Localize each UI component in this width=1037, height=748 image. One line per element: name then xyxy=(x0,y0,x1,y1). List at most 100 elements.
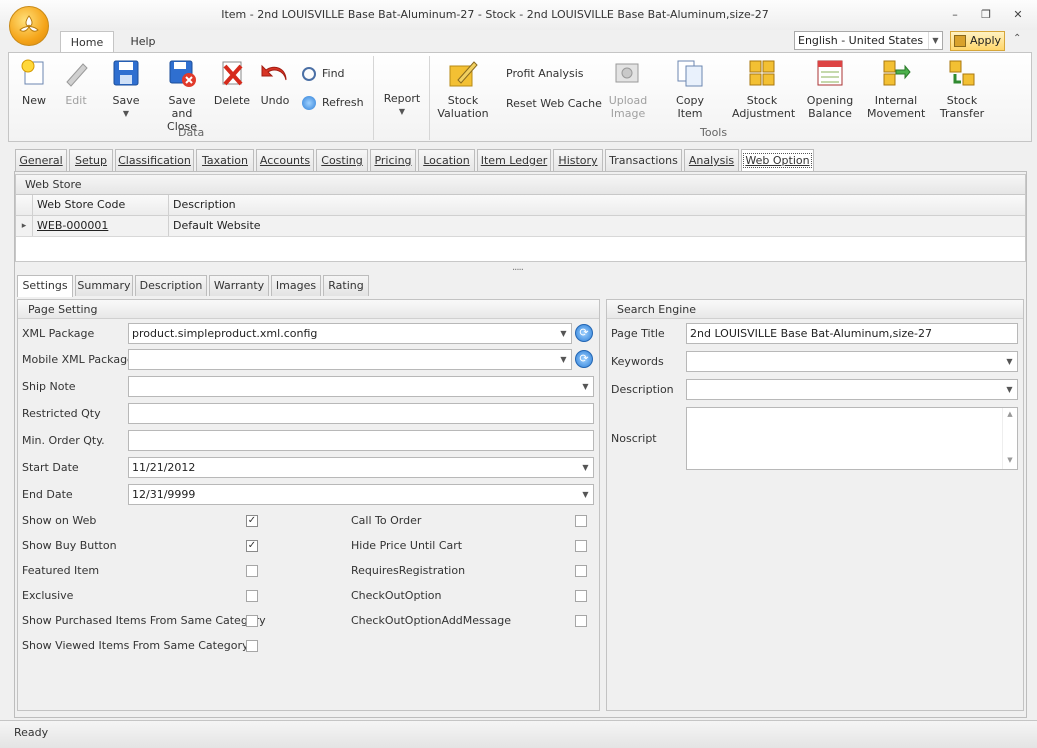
splitter-handle[interactable]: ..... xyxy=(512,262,524,273)
description-label: Description xyxy=(611,383,674,396)
ribbon-tab-home[interactable]: Home xyxy=(60,31,114,54)
tab-web-option[interactable]: Web Option xyxy=(741,149,814,172)
chevron-down-icon[interactable]: ▼ xyxy=(1002,380,1017,399)
min-order-qty-input[interactable] xyxy=(128,430,594,451)
subtab-settings[interactable]: Settings xyxy=(17,275,73,297)
start-date-picker[interactable]: 11/21/2012 ▼ xyxy=(128,457,594,478)
status-bar: Ready xyxy=(0,720,1037,748)
hide-price-checkbox[interactable] xyxy=(575,540,587,552)
refresh-icon[interactable]: ⟳ xyxy=(575,324,593,342)
ribbon-tab-help[interactable]: Help xyxy=(120,31,166,53)
stock-valuation-button[interactable]: Stock Valuation xyxy=(437,58,489,120)
ship-note-select[interactable]: ▼ xyxy=(128,376,594,397)
opening-balance-button[interactable]: Opening Balance xyxy=(803,58,857,120)
report-button[interactable]: Report ▼ xyxy=(382,92,422,118)
table-row[interactable]: ▸ WEB-000001 Default Website xyxy=(16,216,1025,237)
chevron-down-icon[interactable]: ▼ xyxy=(578,485,593,504)
refresh-button[interactable]: Refresh xyxy=(302,95,364,111)
stock-adjustment-button[interactable]: Stock Adjustment xyxy=(732,58,795,120)
restricted-qty-input[interactable] xyxy=(128,403,594,424)
tab-history[interactable]: History xyxy=(553,149,603,171)
noscript-label: Noscript xyxy=(611,432,657,445)
subtab-description[interactable]: Description xyxy=(135,275,207,296)
show-on-web-checkbox[interactable]: ✓ xyxy=(246,515,258,527)
web-store-code-cell[interactable]: WEB-000001 xyxy=(33,216,169,236)
tab-classification[interactable]: Classification xyxy=(115,149,194,171)
description-select[interactable]: ▼ xyxy=(686,379,1018,400)
subtab-summary[interactable]: Summary xyxy=(75,275,133,296)
tab-pricing-label: Pricing xyxy=(374,154,412,167)
chevron-down-icon[interactable]: ▼ xyxy=(578,458,593,477)
chevron-down-icon[interactable]: ▼ xyxy=(556,324,571,343)
tab-transactions[interactable]: Transactions xyxy=(605,149,682,171)
chevron-down-icon[interactable]: ▼ xyxy=(556,350,571,369)
mobile-xml-package-select[interactable]: ▼ xyxy=(128,349,572,370)
chevron-down-icon[interactable]: ▼ xyxy=(1002,352,1017,371)
call-to-order-checkbox[interactable] xyxy=(575,515,587,527)
internal-movement-button[interactable]: Internal Movement xyxy=(867,58,925,120)
end-date-value: 12/31/9999 xyxy=(132,488,196,501)
minimize-button[interactable]: – xyxy=(944,6,966,24)
subtab-warranty[interactable]: Warranty xyxy=(209,275,269,296)
checkout-option-checkbox[interactable] xyxy=(575,590,587,602)
opening-balance-label-1: Opening xyxy=(806,94,854,107)
checkout-option-label: CheckOutOption xyxy=(351,589,442,602)
show-buy-button-checkbox[interactable]: ✓ xyxy=(246,540,258,552)
find-button[interactable]: Find xyxy=(302,66,345,82)
featured-item-checkbox[interactable] xyxy=(246,565,258,577)
end-date-picker[interactable]: 12/31/9999 ▼ xyxy=(128,484,594,505)
subtab-rating[interactable]: Rating xyxy=(323,275,369,296)
page-title-input[interactable]: 2nd LOUISVILLE Base Bat-Aluminum,size-27 xyxy=(686,323,1018,344)
language-select[interactable]: English - United States ▼ xyxy=(794,31,943,50)
delete-button[interactable]: Delete xyxy=(212,58,252,107)
undo-icon xyxy=(260,58,290,88)
column-header-code[interactable]: Web Store Code xyxy=(33,195,169,215)
tab-taxation[interactable]: Taxation xyxy=(196,149,254,171)
undo-button[interactable]: Undo xyxy=(257,58,293,107)
show-purchased-items-checkbox[interactable] xyxy=(246,615,258,627)
stock-transfer-icon xyxy=(947,58,977,88)
subtab-images[interactable]: Images xyxy=(271,275,321,296)
tab-history-label: History xyxy=(558,154,598,167)
stock-transfer-button[interactable]: Stock Transfer xyxy=(937,58,987,120)
tab-accounts[interactable]: Accounts xyxy=(256,149,314,171)
profit-analysis-button[interactable]: Profit Analysis xyxy=(506,67,584,80)
tab-general[interactable]: General xyxy=(15,149,67,171)
scroll-up-icon[interactable]: ▲ xyxy=(1003,408,1017,420)
apply-button[interactable]: Apply xyxy=(950,31,1005,51)
requires-registration-checkbox[interactable] xyxy=(575,565,587,577)
checkout-option-message-checkbox[interactable] xyxy=(575,615,587,627)
xml-package-select[interactable]: product.simpleproduct.xml.config ▼ xyxy=(128,323,572,344)
tab-item-ledger[interactable]: Item Ledger xyxy=(477,149,551,171)
tab-costing[interactable]: Costing xyxy=(316,149,368,171)
keywords-select[interactable]: ▼ xyxy=(686,351,1018,372)
chevron-down-icon[interactable]: ▼ xyxy=(578,377,593,396)
reset-web-cache-button[interactable]: Reset Web Cache xyxy=(506,97,602,110)
save-close-button[interactable]: Save and Close xyxy=(157,58,207,133)
refresh-icon[interactable]: ⟳ xyxy=(575,350,593,368)
save-icon xyxy=(111,58,141,88)
tab-location[interactable]: Location xyxy=(418,149,475,171)
app-orb-icon[interactable] xyxy=(9,6,49,46)
save-close-label-1: Save and xyxy=(168,94,196,120)
restore-button[interactable]: ❐ xyxy=(975,6,997,24)
collapse-ribbon-icon[interactable]: ⌃ xyxy=(1013,33,1021,44)
column-header-description[interactable]: Description xyxy=(169,195,1019,215)
tab-pricing[interactable]: Pricing xyxy=(370,149,416,171)
chevron-down-icon[interactable]: ▼ xyxy=(928,32,942,49)
save-dropdown-icon[interactable]: ▼ xyxy=(106,107,146,120)
tab-setup[interactable]: Setup xyxy=(69,149,113,171)
upload-image-button[interactable]: Upload Image xyxy=(608,58,648,120)
show-viewed-items-checkbox[interactable] xyxy=(246,640,258,652)
exclusive-checkbox[interactable] xyxy=(246,590,258,602)
save-button[interactable]: Save ▼ xyxy=(106,58,146,120)
tab-analysis[interactable]: Analysis xyxy=(684,149,739,171)
new-button[interactable]: New xyxy=(16,58,52,107)
scroll-down-icon[interactable]: ▼ xyxy=(1003,454,1017,466)
edit-button[interactable]: Edit xyxy=(60,58,92,107)
copy-item-button[interactable]: Copy Item xyxy=(662,58,718,120)
noscript-textarea[interactable]: ▲ ▼ xyxy=(686,407,1018,470)
opening-balance-icon xyxy=(815,58,845,88)
noscript-scrollbar[interactable]: ▲ ▼ xyxy=(1002,408,1017,469)
close-button[interactable]: ✕ xyxy=(1007,6,1029,24)
